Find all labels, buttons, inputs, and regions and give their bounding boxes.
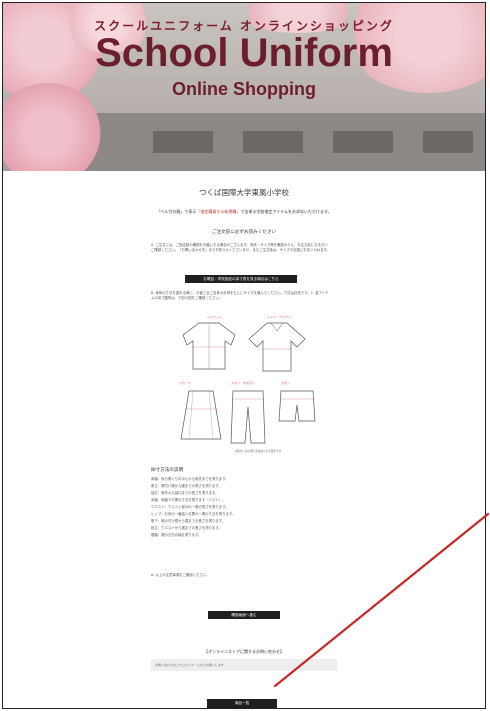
jacket-diagram	[182, 322, 236, 370]
product-list-button[interactable]: 商品一覧	[207, 699, 277, 708]
contact-box[interactable]: お問い合わせはこちらのフォームからお願いします	[151, 659, 337, 671]
figure-caption: ※各サイズの測り方はあくまで目安です	[235, 450, 282, 453]
garment-label-trousers: ズボン	[281, 381, 291, 385]
garment-label-shirt: シャツ・ブラウス	[267, 315, 292, 319]
building-window	[333, 131, 393, 153]
hero-title: School Uniform	[95, 31, 393, 75]
hero-subtitle: Online Shopping	[172, 79, 316, 99]
building-window	[423, 131, 473, 153]
measure-line: ヒップ：お尻の一番高い位置の一周の寸法を測ります。	[151, 512, 236, 516]
intro-suffix: で出来る学校指定アイテムをお求めいただけます。	[240, 209, 332, 214]
building-window	[153, 131, 213, 153]
size-note: B. 身体の寸法を図れる様に、お客さまご自身の計測をもとにサイズを選んでください…	[151, 291, 329, 300]
page-frame: スクールユニフォーム オンラインショッピング School Uniform On…	[2, 2, 486, 709]
measure-heading: 採寸方法の説明	[151, 468, 184, 473]
hero-banner: スクールユニフォーム オンラインショッピング School Uniform On…	[3, 3, 485, 171]
shorts-diagram	[278, 390, 316, 422]
garment-label-pants: ズボン・半ズボン	[231, 381, 256, 385]
notice-heading: ご注文前に必ずお読みください	[211, 230, 277, 235]
size-guide-button[interactable]: お電話・学校指定の採寸表を見る場合はこちら	[185, 275, 297, 283]
measure-line: 袖丈：肩先から袖口までの長さを測ります。	[151, 491, 219, 495]
intro-text: 「ベル付の服」で表示「指定購買する新規購」で出来る学校指定アイテムをお求めいただ…	[3, 209, 485, 215]
measure-footer: A. 以上の注意事項をご確認ください。	[151, 573, 210, 577]
shirt-diagram	[248, 322, 306, 372]
measure-line: 肩幅：後ろ襟ぐりの中心から肩先までを測ります。	[151, 477, 229, 481]
building-window	[243, 131, 303, 153]
measure-line: 裾幅：裾の左右の幅を測ります。	[151, 533, 202, 537]
intro-highlight: 「指定購買する新規購」	[196, 209, 241, 214]
skirt-diagram	[180, 390, 222, 440]
school-name: つくば国際大学東風小学校	[199, 188, 289, 197]
pants-diagram	[230, 390, 266, 444]
confirm-button[interactable]: 確認画面へ進む	[208, 611, 280, 619]
measure-line: ウエスト：ウエスト部分の一周の長さを測ります。	[151, 505, 229, 509]
garment-label-jacket: ジャケット	[207, 315, 222, 319]
measure-line: 身幅：両脇下の間の寸法を測ります（バスト）。	[151, 498, 226, 502]
measure-line: 着丈：襟付け根から裾までの長さを測ります。	[151, 484, 222, 488]
notice-text: A. ご注文には、ご指定数の確認をお願いする場合がございます。商品・サイズ等を確…	[151, 243, 331, 252]
contact-heading: 【オンラインストアに関するお問い合わせ】	[204, 649, 284, 654]
measure-line: 股下：股の付け根から裾までの長さを測ります。	[151, 519, 226, 523]
garment-label-skirt: スカート	[179, 381, 192, 385]
measure-line: 総丈：ウエストから裾までの長さを測ります。	[151, 526, 222, 530]
intro-prefix: 「ベル付の服」で表示	[156, 209, 197, 214]
